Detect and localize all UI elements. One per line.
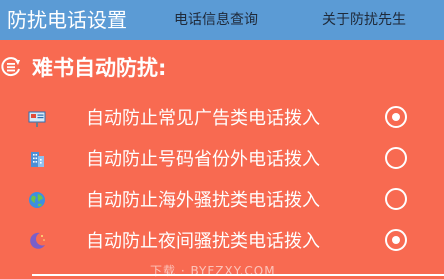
tab-about[interactable]: 关于防扰先生 [322, 0, 406, 40]
globe-icon [27, 190, 47, 210]
option-ads-block[interactable]: 自动防止常见广告类电话拨入 [0, 100, 444, 138]
option-label: 自动防止夜间骚扰类电话拨入 [86, 231, 320, 252]
radio-dot [392, 113, 400, 121]
building-icon [27, 149, 47, 169]
tab-anti-harass-settings[interactable]: 防扰电话设置 [7, 0, 127, 40]
radio-button[interactable] [385, 229, 407, 251]
tab-bar: 防扰电话设置 电话信息查询 关于防扰先生 [0, 0, 444, 40]
watermark: 下载 · BYFZXY.COM [150, 264, 276, 278]
section-title: 难书自动防扰: [32, 56, 167, 80]
option-label: 自动防止海外骚扰类电话拨入 [86, 190, 320, 211]
option-overseas-block[interactable]: 自动防止海外骚扰类电话拨入 [0, 182, 444, 220]
option-label: 自动防止常见广告类电话拨入 [86, 108, 320, 129]
radio-dot [392, 236, 400, 244]
radio-button[interactable] [385, 147, 407, 169]
option-label: 自动防止号码省份外电话拨入 [86, 149, 320, 170]
option-night-block[interactable]: 自动防止夜间骚扰类电话拨入 [0, 223, 444, 261]
radio-button[interactable] [385, 188, 407, 210]
refresh-list-icon [0, 56, 22, 78]
option-out-of-province-block[interactable]: 自动防止号码省份外电话拨入 [0, 141, 444, 179]
moon-icon [27, 231, 47, 251]
billboard-icon [27, 108, 47, 128]
divider [32, 274, 444, 276]
radio-button[interactable] [385, 106, 407, 128]
tab-phone-info-query[interactable]: 电话信息查询 [174, 0, 258, 40]
